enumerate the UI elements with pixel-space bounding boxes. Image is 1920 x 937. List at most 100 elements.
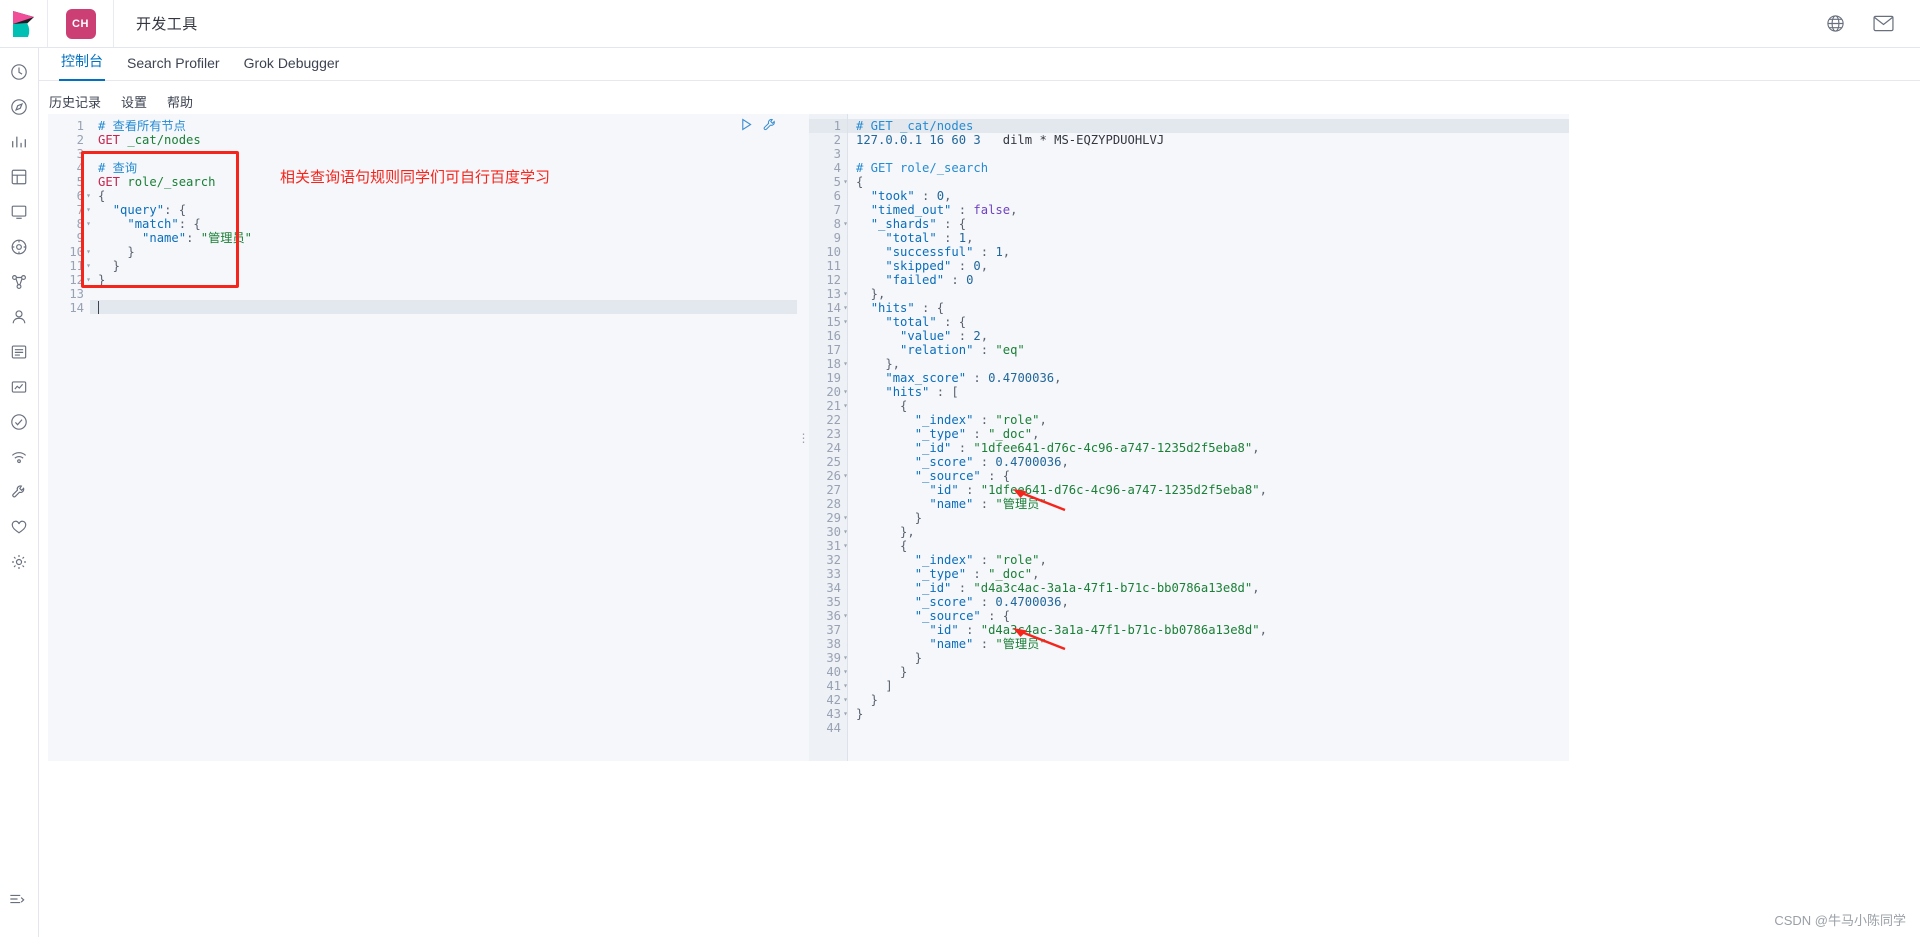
wrench-icon[interactable]: [763, 118, 777, 137]
tab-search-profiler[interactable]: Search Profiler: [115, 55, 232, 80]
code-token: "_index": [914, 553, 974, 567]
code-token: :: [973, 455, 996, 469]
line-number: 43 ▾: [826, 707, 848, 721]
code-token: ,: [1054, 371, 1062, 385]
space-badge[interactable]: CH: [65, 8, 96, 39]
collapse-nav-icon[interactable]: [8, 890, 26, 913]
response-gutter: 1 2 3 4 5 ▾ 6 7 8 ▾ 9 10 11 12 13 ▾ 14 ▾ 15 ▾ 16 17 18 ▾ 19 20 ▾ 21…: [809, 114, 848, 761]
code-token: }: [856, 651, 923, 665]
code-token: "total": [885, 231, 937, 245]
code-line: }: [90, 259, 797, 273]
code-token: GET: [98, 175, 121, 189]
infrastructure-user-icon[interactable]: [7, 305, 31, 329]
code-token: ,: [1039, 553, 1047, 567]
line-number: 4: [833, 161, 841, 175]
code-token: "skipped": [885, 259, 952, 273]
canvas-icon[interactable]: [7, 200, 31, 224]
code-token: "timed_out": [870, 203, 952, 217]
line-number: 2: [76, 133, 84, 147]
line-number: 11 ▾: [69, 259, 91, 273]
monitoring-heart-icon[interactable]: [7, 515, 31, 539]
code-line: "took" : 0,: [848, 189, 1569, 203]
subnav-item-history[interactable]: 历史记录: [49, 92, 101, 111]
code-line: "hits" : [: [848, 385, 1569, 399]
response-editor-pane[interactable]: 1 2 3 4 5 ▾ 6 7 8 ▾ 9 10 11 12 13 ▾ 14 ▾ 15 ▾ 16 17 18 ▾ 19 20 ▾ 21…: [809, 114, 1569, 761]
maps-icon[interactable]: [7, 235, 31, 259]
code-line: ]: [848, 679, 1569, 693]
line-number: 11: [826, 259, 841, 273]
pane-resize-handle[interactable]: ⋮: [797, 114, 810, 761]
kibana-logo-cell[interactable]: [0, 0, 48, 47]
visualize-chart-icon[interactable]: [7, 130, 31, 154]
code-token: "max_score": [885, 371, 967, 385]
code-line: "name" : "管理员": [848, 637, 1569, 651]
siem-signal-icon[interactable]: [7, 445, 31, 469]
request-code[interactable]: # 查看所有节点 GET _cat/nodes # 查询 GET role/_sea…: [90, 114, 797, 761]
line-number: 34: [826, 581, 841, 595]
console-panes: 1 2 3 4 5 6 ▾ 7 ▾ 8 ▾ 9 10 ▾ 11 ▾ 12 ▾ 13 14 # 查看所有节点 GET _c…: [48, 114, 1569, 761]
code-line: },: [848, 357, 1569, 371]
apm-icon[interactable]: [7, 375, 31, 399]
code-token: "took": [870, 189, 915, 203]
console-tabs: 控制台 Search Profiler Grok Debugger: [39, 48, 1920, 81]
subnav-item-help[interactable]: 帮助: [167, 92, 193, 111]
code-token: : {: [980, 469, 1011, 483]
code-token: ,: [1259, 623, 1267, 637]
code-token: :: [951, 329, 974, 343]
code-token: "id": [929, 623, 959, 637]
code-token: "name": [929, 497, 974, 511]
globe-icon[interactable]: [1826, 14, 1845, 33]
play-run-icon[interactable]: [740, 118, 753, 137]
code-line: "name" : "管理员": [848, 497, 1569, 511]
request-editor[interactable]: 1 2 3 4 5 6 ▾ 7 ▾ 8 ▾ 9 10 ▾ 11 ▾ 12 ▾ 13 14 # 查看所有节点 GET _c…: [48, 114, 797, 761]
code-line: "match": {: [90, 217, 797, 231]
tab-grok-debugger[interactable]: Grok Debugger: [232, 55, 352, 80]
subnav-item-settings[interactable]: 设置: [121, 92, 147, 111]
code-token: "_id": [914, 441, 952, 455]
code-token: }: [856, 707, 864, 721]
line-number: 5: [76, 175, 84, 189]
code-token: 0.4700036: [988, 371, 1055, 385]
code-token: 0.4700036: [995, 455, 1062, 469]
uptime-icon[interactable]: [7, 410, 31, 434]
dev-tools-icon[interactable]: [7, 480, 31, 504]
logs-icon[interactable]: [7, 340, 31, 364]
tab-console[interactable]: 控制台: [49, 51, 115, 81]
dashboard-icon[interactable]: [7, 165, 31, 189]
machine-learning-icon[interactable]: [7, 270, 31, 294]
response-editor[interactable]: 1 2 3 4 5 ▾ 6 7 8 ▾ 9 10 11 12 13 ▾ 14 ▾ 15 ▾ 16 17 18 ▾ 19 20 ▾ 21…: [809, 114, 1569, 761]
discover-compass-icon[interactable]: [7, 95, 31, 119]
code-token: "relation": [900, 343, 974, 357]
code-token: "d4a3c4ac-3a1a-47f1-b71c-bb0786a13e8d": [980, 623, 1260, 637]
kibana-dev-tools-page: CH 开发工具 控制台 Search Profiler Grok Debugge…: [0, 0, 1920, 937]
request-editor-pane[interactable]: 1 2 3 4 5 6 ▾ 7 ▾ 8 ▾ 9 10 ▾ 11 ▾ 12 ▾ 13 14 # 查看所有节点 GET _c…: [48, 114, 797, 761]
code-token: ,: [966, 231, 974, 245]
code-token: : {: [164, 203, 187, 217]
code-line: "_id" : "1dfee641-d76c-4c96-a747-1235d2f…: [848, 441, 1569, 455]
code-token: :: [951, 259, 974, 273]
space-badge-cell[interactable]: CH: [48, 0, 114, 47]
line-number: 40 ▾: [826, 665, 848, 679]
mail-icon[interactable]: [1873, 15, 1894, 32]
line-number: 33: [826, 567, 841, 581]
management-gear-icon[interactable]: [7, 550, 31, 574]
code-token: "_source": [914, 609, 981, 623]
code-token: {: [98, 189, 106, 203]
line-number: 26 ▾: [826, 469, 848, 483]
recently-viewed-icon[interactable]: [7, 60, 31, 84]
code-token: }: [98, 259, 121, 273]
code-token: : [: [929, 385, 959, 399]
line-number: 25: [826, 455, 841, 469]
code-token: :: [186, 231, 201, 245]
line-number: 38: [826, 637, 841, 651]
code-token: "name": [142, 231, 187, 245]
code-token: "successful": [885, 245, 974, 259]
